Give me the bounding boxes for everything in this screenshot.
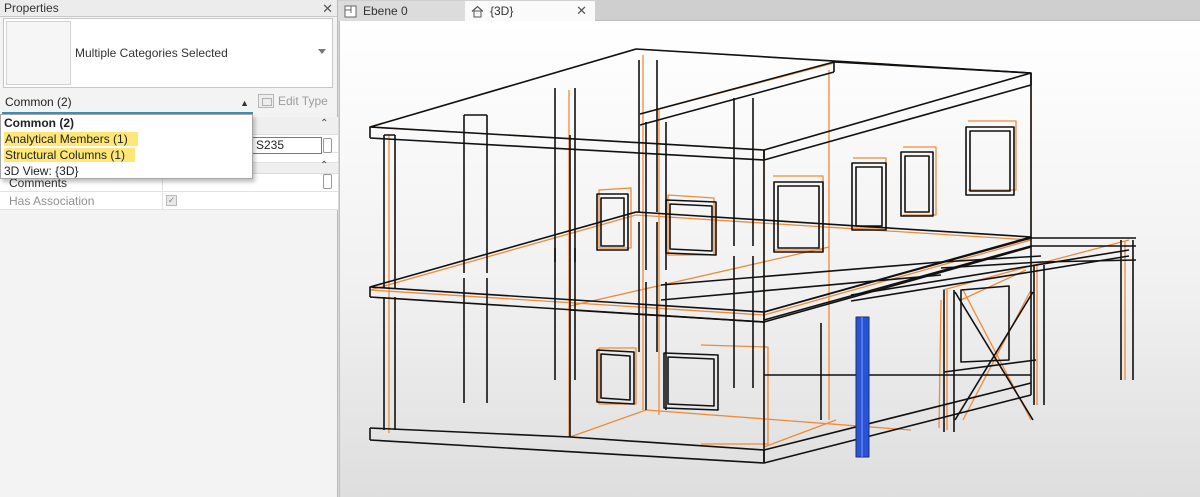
type-selector-label: Multiple Categories Selected xyxy=(75,46,228,60)
category-filter-dropdown[interactable]: Common (2) ▲ xyxy=(2,92,253,114)
selected-structural-column[interactable] xyxy=(855,316,870,458)
edit-type-icon xyxy=(258,94,274,108)
category-filter-value: Common (2) xyxy=(5,95,72,109)
dropdown-item-3d-view[interactable]: 3D View: {3D} xyxy=(1,163,252,179)
dropdown-item-analytical-members[interactable]: Analytical Members (1) xyxy=(1,131,252,147)
building-wireframe[interactable] xyxy=(340,21,1200,497)
close-icon[interactable]: ✕ xyxy=(322,2,333,15)
structural-model xyxy=(369,48,1137,464)
scrollbar-thumb[interactable] xyxy=(323,138,332,153)
floor-plan-icon xyxy=(344,5,357,18)
dropdown-item-structural-columns[interactable]: Structural Columns (1) xyxy=(1,147,252,163)
property-row-has-association: Has Association ✓ xyxy=(0,192,338,210)
properties-panel: Properties ✕ Multiple Categories Selecte… xyxy=(0,0,338,497)
type-selector[interactable]: Multiple Categories Selected xyxy=(3,18,333,88)
property-label-has-association: Has Association xyxy=(9,194,95,208)
material-value-field[interactable]: S235 xyxy=(252,137,322,154)
edit-type-button[interactable]: Edit Type xyxy=(258,94,328,108)
view-tab-bar: Ebene 0 {3D} ✕ xyxy=(338,0,1200,21)
chevron-up-icon[interactable]: ▲ xyxy=(240,98,249,108)
scrollbar-thumb-2[interactable] xyxy=(323,174,332,189)
panel-title: Properties xyxy=(4,1,59,15)
chevron-down-icon[interactable] xyxy=(318,49,326,54)
tab-3d-view[interactable]: {3D} ✕ xyxy=(465,1,595,21)
dropdown-item-common[interactable]: Common (2) xyxy=(1,115,252,131)
collapse-icon[interactable]: ⌃ xyxy=(320,160,328,171)
close-icon[interactable]: ✕ xyxy=(576,3,587,19)
type-preview-image xyxy=(6,21,71,85)
tab-label: {3D} xyxy=(490,4,514,18)
panel-title-bar: Properties ✕ xyxy=(0,0,337,17)
tab-label: Ebene 0 xyxy=(363,4,408,18)
home-icon xyxy=(471,5,484,18)
category-filter-list: Common (2) Analytical Members (1) Struct… xyxy=(0,114,253,179)
collapse-icon[interactable]: ⌃ xyxy=(320,118,328,129)
edit-type-label: Edit Type xyxy=(278,94,328,108)
filter-row: Common (2) ▲ Edit Type xyxy=(0,90,338,114)
3d-viewport[interactable] xyxy=(339,21,1200,497)
has-association-checkbox: ✓ xyxy=(166,195,177,206)
tab-ebene-0[interactable]: Ebene 0 xyxy=(338,1,466,21)
